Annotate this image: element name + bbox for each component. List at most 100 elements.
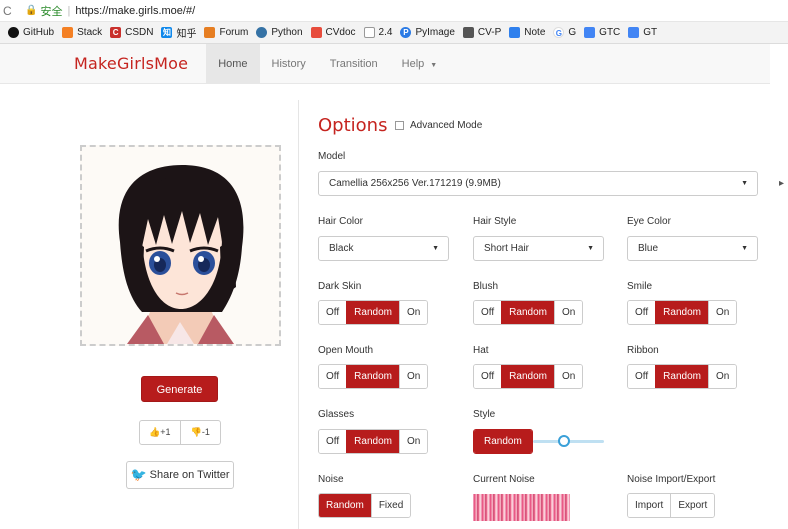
bookmark-label: CVdoc (325, 27, 356, 38)
open-mouth-on[interactable]: On (398, 365, 428, 388)
bookmark-g[interactable]: GG (553, 27, 576, 38)
ribbon-off[interactable]: Off (628, 365, 656, 388)
bookmark-label: GitHub (23, 27, 55, 38)
github-icon (8, 27, 19, 38)
open-mouth-off[interactable]: Off (319, 365, 347, 388)
dark-skin-on[interactable]: On (398, 301, 428, 324)
advanced-mode-label: Advanced Mode (410, 120, 483, 131)
noise-label: Noise (318, 474, 344, 485)
current-noise-label: Current Noise (473, 474, 535, 485)
hair-style-value: Short Hair (484, 243, 530, 254)
bookmark-zhihu[interactable]: 知知乎 (161, 25, 196, 40)
glasses-random[interactable]: Random (346, 430, 399, 453)
bookmark-label: GTC (599, 27, 621, 38)
dark-skin-label: Dark Skin (318, 281, 362, 292)
open-mouth-toggle: Off Random On (318, 364, 429, 389)
bookmark-stack[interactable]: Stack (62, 27, 102, 38)
noise-random[interactable]: Random (319, 494, 371, 517)
glasses-toggle: Off Random On (318, 429, 429, 454)
pyimage-icon: P (400, 27, 412, 38)
noise-io-buttons: Import Export (627, 493, 716, 518)
open-mouth-random[interactable]: Random (346, 365, 399, 388)
bookmark-label: 2.4 (378, 27, 393, 38)
noise-toggle: Random Fixed (318, 493, 412, 518)
smile-off[interactable]: Off (628, 301, 656, 324)
blush-label: Blush (473, 281, 499, 292)
blush-off[interactable]: Off (474, 301, 502, 324)
hair-style-label: Hair Style (473, 216, 517, 227)
hair-style-select[interactable]: Short Hair ▼ (473, 236, 604, 261)
nav-history[interactable]: History (260, 44, 318, 84)
hat-on[interactable]: On (553, 365, 583, 388)
bookmark-forum[interactable]: Forum (204, 27, 248, 38)
nav-help[interactable]: Help ▼ (390, 44, 450, 84)
address-bar[interactable]: C 🔒 安全 | https://make.girls.moe/#/ (0, 0, 788, 22)
glasses-off[interactable]: Off (319, 430, 347, 453)
vote-group: 👍+1 👎-1 (139, 420, 221, 445)
bookmark-label: G (568, 27, 577, 38)
bookmark-csdn[interactable]: C CSDN (110, 27, 153, 38)
advanced-mode-checkbox[interactable] (395, 121, 404, 130)
hat-random[interactable]: Random (501, 365, 554, 388)
eye-color-value: Blue (638, 243, 659, 254)
export-button[interactable]: Export (670, 494, 715, 517)
dark-skin-off[interactable]: Off (319, 301, 347, 324)
share-twitter-button[interactable]: 🐦 Share on Twitter (126, 461, 234, 489)
ribbon-on[interactable]: On (707, 365, 737, 388)
caret-down-icon: ▼ (432, 245, 439, 252)
generate-button[interactable]: Generate (141, 376, 218, 402)
bookmark-label: PyImage (415, 27, 455, 38)
noise-fixed[interactable]: Fixed (370, 494, 411, 517)
smile-random[interactable]: Random (655, 301, 708, 324)
model-select[interactable]: Camellia 256x256 Ver.171219 (9.9MB) ▼ (318, 171, 758, 196)
style-random[interactable]: Random (474, 430, 532, 453)
secure-label: 安全 (40, 5, 63, 18)
current-noise-visualization (473, 494, 570, 521)
blush-on[interactable]: On (553, 301, 583, 324)
bookmarks-bar: GitHub Stack C CSDN 知知乎 Forum Python CVdo… (0, 22, 788, 44)
options-title: Options (318, 115, 388, 136)
smile-on[interactable]: On (707, 301, 737, 324)
scroll-arrow-icon: ▸ (779, 178, 785, 189)
style-slider-thumb[interactable] (558, 435, 570, 447)
import-button[interactable]: Import (628, 494, 671, 517)
bookmark-2-4[interactable]: 2.4 (363, 27, 393, 38)
url-text[interactable]: https://make.girls.moe/#/ (75, 5, 195, 17)
reload-icon[interactable]: C (3, 4, 19, 18)
glasses-on[interactable]: On (398, 430, 428, 453)
model-value: Camellia 256x256 Ver.171219 (9.9MB) (329, 178, 501, 189)
site-brand[interactable]: MakeGirlsMoe (74, 54, 188, 73)
thumbs-down-button[interactable]: 👎-1 (179, 421, 221, 444)
ribbon-random[interactable]: Random (655, 365, 708, 388)
caret-down-icon: ▼ (741, 180, 748, 187)
caret-down-icon: ▼ (430, 61, 438, 69)
advanced-mode-toggle[interactable]: Advanced Mode (395, 120, 482, 131)
google-icon: G (553, 27, 565, 38)
dark-skin-random[interactable]: Random (346, 301, 399, 324)
hair-color-select[interactable]: Black ▼ (318, 236, 449, 261)
nav-home[interactable]: Home (206, 43, 260, 84)
blush-random[interactable]: Random (501, 301, 554, 324)
smile-label: Smile (627, 281, 653, 292)
hat-off[interactable]: Off (474, 365, 502, 388)
nav-help-label: Help (401, 57, 425, 70)
bookmark-github[interactable]: GitHub (8, 27, 54, 38)
bookmark-pyimage[interactable]: P PyImage (400, 27, 455, 38)
eye-color-select[interactable]: Blue ▼ (627, 236, 758, 261)
url-separator: | (67, 4, 71, 17)
bookmark-cvdoc[interactable]: CVdoc (310, 27, 356, 38)
blush-toggle: Off Random On (473, 300, 584, 325)
bookmark-python[interactable]: Python (256, 27, 303, 38)
nav-transition[interactable]: Transition (318, 44, 390, 84)
glasses-label: Glasses (318, 409, 355, 420)
thumbs-up-button[interactable]: 👍+1 (140, 421, 180, 444)
ribbon-toggle: Off Random On (627, 364, 738, 389)
translate-icon (628, 27, 640, 38)
hair-color-label: Hair Color (318, 216, 364, 227)
bookmark-cv-p[interactable]: CV-P (462, 27, 501, 38)
thumbs-up-icon: 👍 (149, 427, 161, 437)
hat-toggle: Off Random On (473, 364, 584, 389)
bookmark-gtc[interactable]: GTC (584, 27, 620, 38)
bookmark-note[interactable]: Note (509, 27, 545, 38)
bookmark-gt[interactable]: GT (628, 27, 657, 38)
